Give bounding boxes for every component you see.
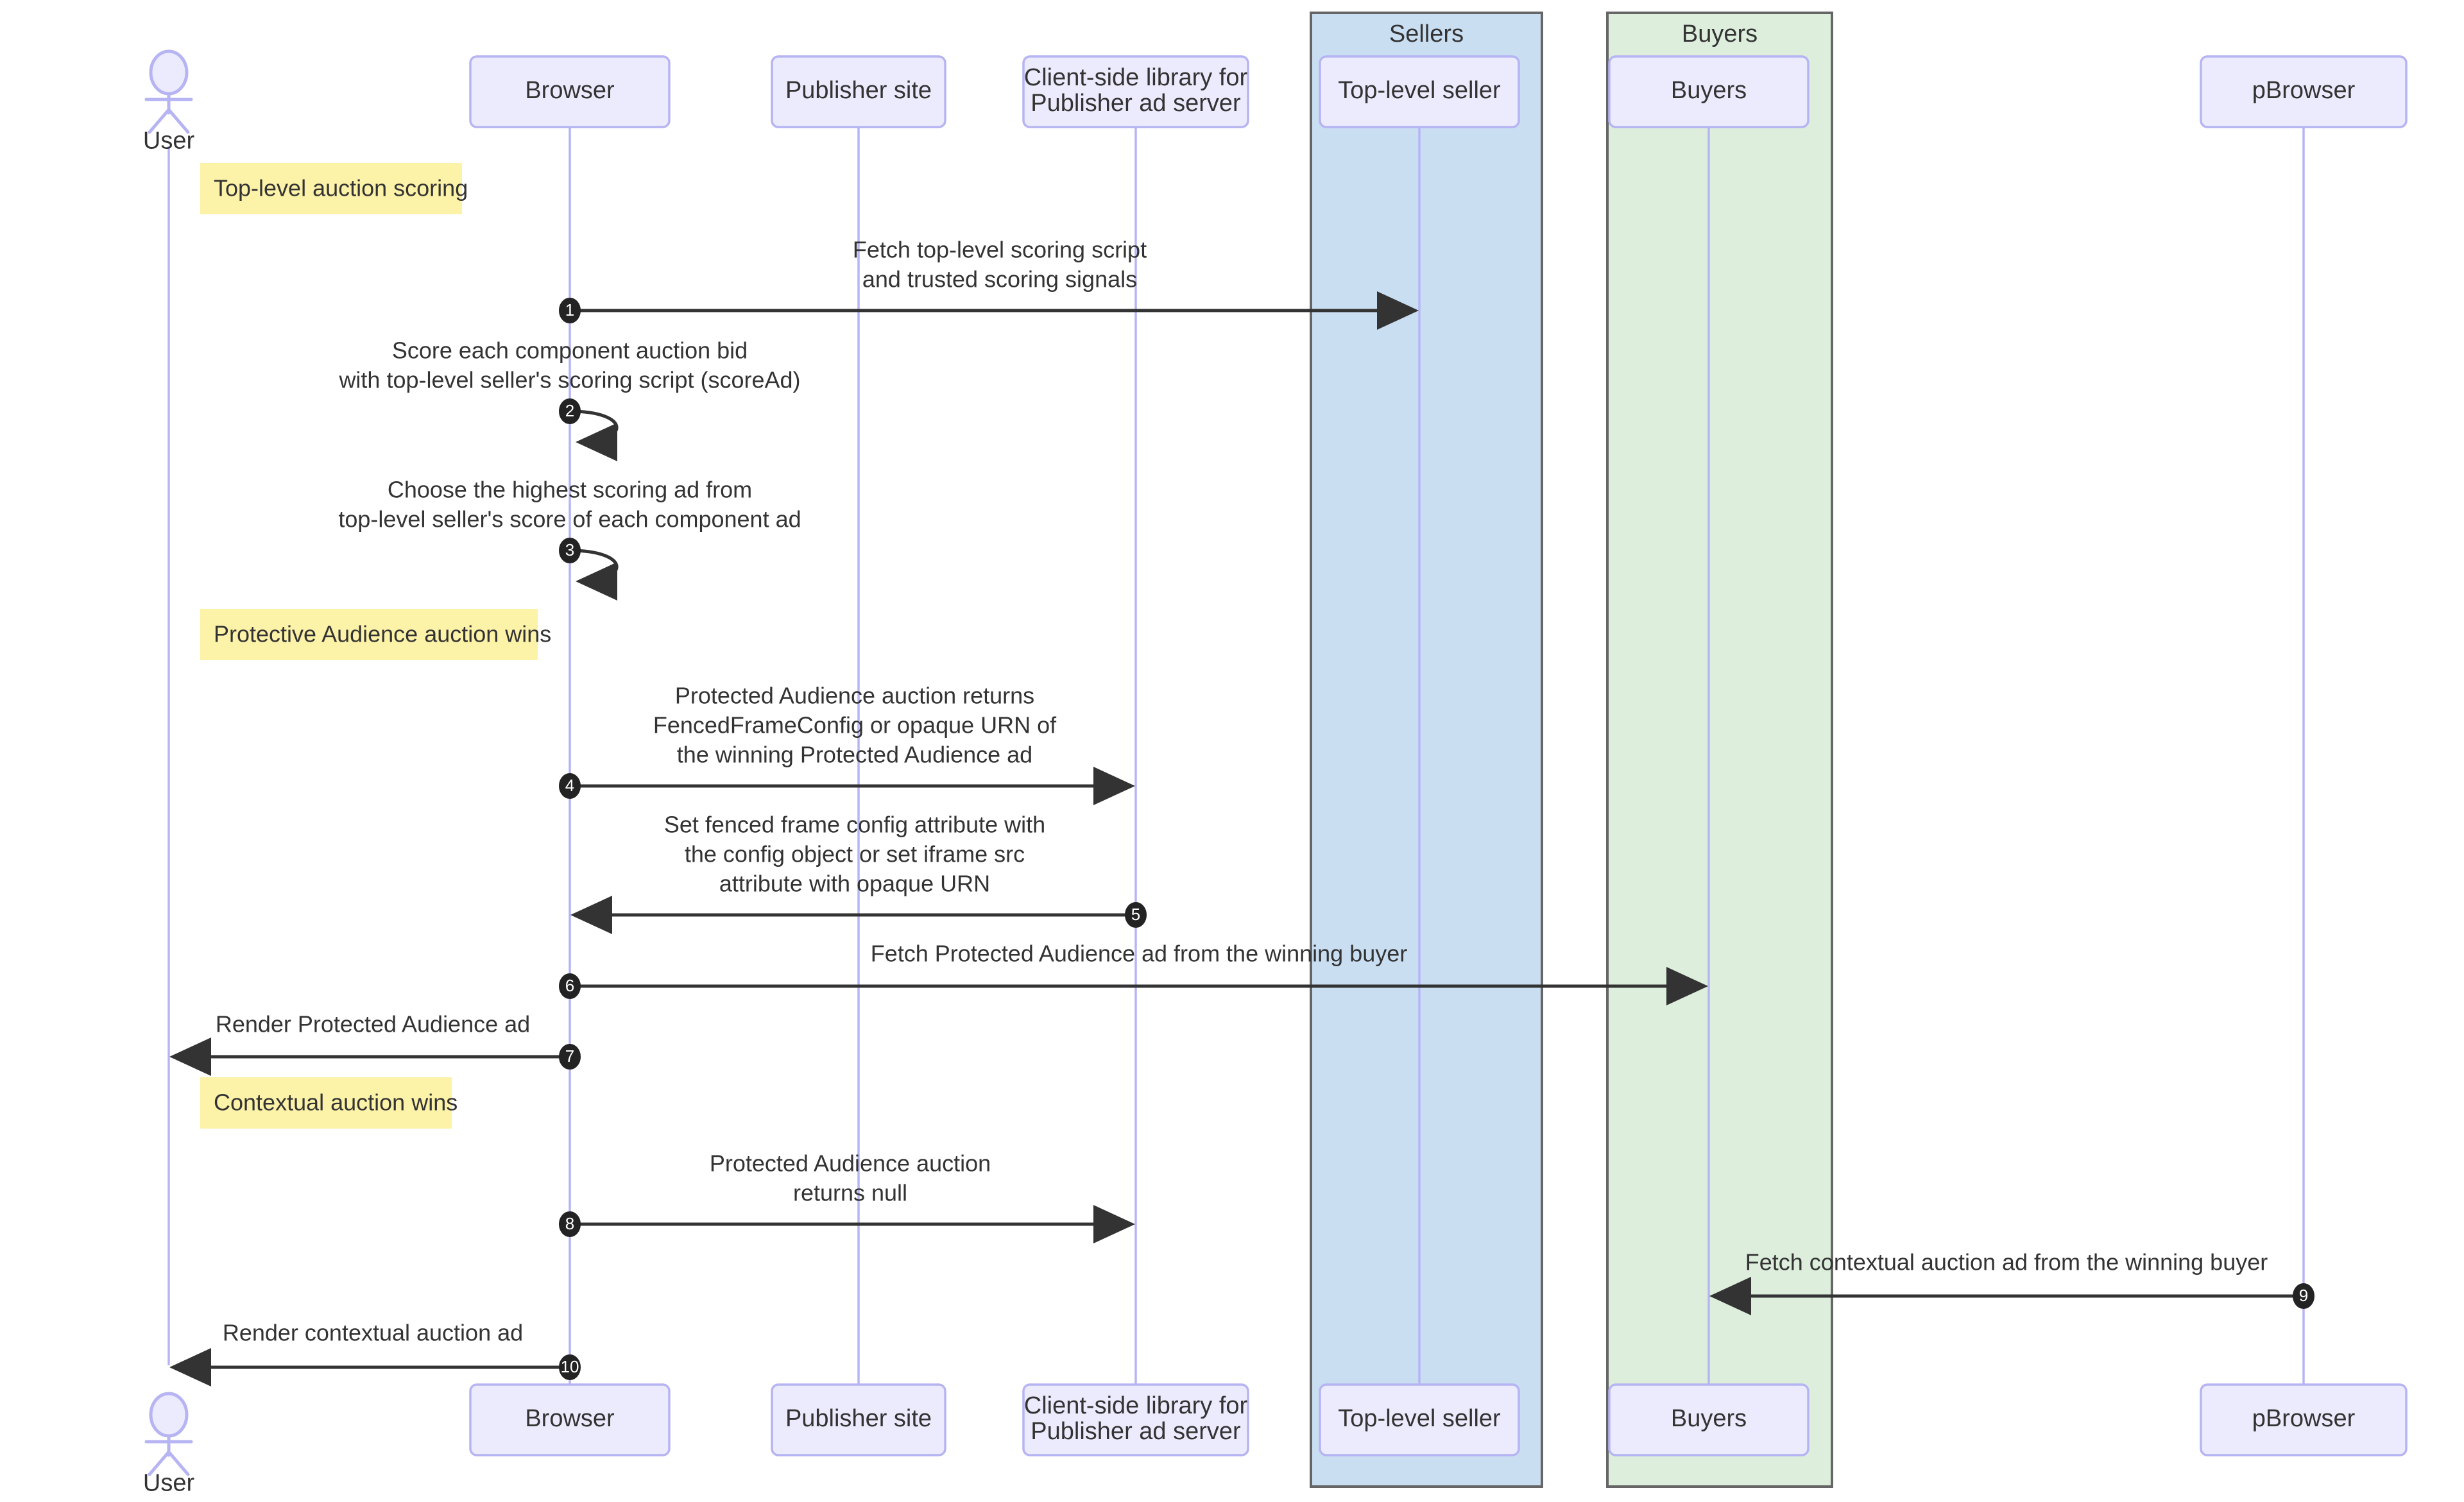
message-label: returns null <box>793 1180 907 1206</box>
participant-label-client-side-library: Publisher ad server <box>1031 90 1241 117</box>
sequence-diagram-svg: Sellers Buyers User User Browser Browser Publ… <box>143 12 2408 1496</box>
participants-layer: User User Browser Browser Publisher site Publ… <box>143 49 2408 1496</box>
participant-publisher-site-top[interactable]: Publisher site <box>771 55 946 128</box>
participant-client-side-library-top[interactable]: Client-side library forPublisher ad serv… <box>1022 55 1249 128</box>
sequence-number-1: 1 <box>565 300 574 320</box>
message-8: Protected Audience auction returns null 8 <box>559 1150 1135 1243</box>
actor-head-icon <box>149 1392 189 1438</box>
sequence-number-6: 6 <box>565 976 574 995</box>
participant-label-user: User <box>143 1469 195 1496</box>
sequence-number-4: 4 <box>565 776 574 795</box>
notes-layer: Top-level auction scoring Protective Audi… <box>200 163 551 1129</box>
message-5: Set fenced frame config attribute with th… <box>570 812 1147 934</box>
message-label: Score each component auction bid <box>392 337 748 364</box>
participant-label-pbrowser: pBrowser <box>2252 1405 2356 1432</box>
sequence-number-7: 7 <box>565 1046 574 1066</box>
participant-pbrowser-bottom[interactable]: pBrowser <box>2200 1383 2408 1456</box>
message-label: the config object or set iframe src <box>685 841 1025 867</box>
participant-buyers-participant-top[interactable]: Buyers <box>1608 55 1810 128</box>
message-label: Render contextual auction ad <box>223 1320 523 1346</box>
sequence-number-8: 8 <box>565 1214 574 1233</box>
message-label: Fetch top-level scoring script <box>853 237 1147 263</box>
participant-label-client-side-library: Publisher ad server <box>1031 1418 1241 1445</box>
message-4: Protected Audience auction returns Fenced… <box>559 683 1135 805</box>
sequence-number-10: 10 <box>561 1357 579 1376</box>
note-label: Top-level auction scoring <box>214 175 468 201</box>
participant-label-buyers-participant: Buyers <box>1671 77 1747 104</box>
participant-label-pbrowser: pBrowser <box>2252 77 2356 104</box>
actor-user: User <box>143 49 195 154</box>
message-label: Fetch Protected Audience ad from the win… <box>871 941 1408 967</box>
actor-head-icon <box>149 49 189 96</box>
participant-label-browser: Browser <box>525 1405 615 1432</box>
participant-label-publisher-site: Publisher site <box>785 77 932 104</box>
participant-label-top-level-seller: Top-level seller <box>1338 1405 1501 1432</box>
note-note-top-level-auction-scoring: Top-level auction scoring <box>200 163 468 214</box>
actor-user: User <box>143 1392 195 1496</box>
message-label: attribute with opaque URN <box>719 871 990 897</box>
sequence-number-5: 5 <box>1131 905 1140 924</box>
message-label: Protected Audience auction returns <box>675 683 1034 709</box>
participant-client-side-library-bottom[interactable]: Client-side library forPublisher ad serv… <box>1022 1383 1249 1456</box>
participant-top-level-seller-bottom[interactable]: Top-level seller <box>1319 1383 1520 1456</box>
message-label: Fetch contextual auction ad from the win… <box>1745 1249 2268 1276</box>
participant-publisher-site-bottom[interactable]: Publisher site <box>771 1383 946 1456</box>
message-label: and trusted scoring signals <box>862 266 1137 293</box>
message-10: Render contextual auction ad 10 <box>169 1320 581 1387</box>
participant-top-level-seller-top[interactable]: Top-level seller <box>1319 55 1520 128</box>
message-label: top-level seller's score of each compone… <box>338 506 801 533</box>
message-label: Choose the highest scoring ad from <box>388 477 752 503</box>
participant-buyers-participant-bottom[interactable]: Buyers <box>1608 1383 1810 1456</box>
message-7: Render Protected Audience ad 7 <box>169 1011 581 1076</box>
sequence-number-3: 3 <box>565 540 574 559</box>
participant-label-buyers-participant: Buyers <box>1671 1405 1747 1432</box>
note-label: Protective Audience auction wins <box>214 621 551 647</box>
participant-browser-top[interactable]: Browser <box>469 55 671 128</box>
participant-label-publisher-site: Publisher site <box>785 1405 932 1432</box>
messages-layer: Fetch top-level scoring script and truste… <box>169 237 2314 1387</box>
message-label: Set fenced frame config attribute with <box>664 812 1045 838</box>
participant-label-client-side-library: Client-side library for <box>1024 1392 1248 1419</box>
group-box-sellers <box>1310 12 1543 1488</box>
sequence-number-9: 9 <box>2299 1286 2308 1305</box>
message-label: Render Protected Audience ad <box>216 1011 530 1037</box>
lifelines-layer <box>167 127 2305 1385</box>
message-label: the winning Protected Audience ad <box>677 742 1032 768</box>
note-label: Contextual auction wins <box>214 1089 458 1116</box>
message-label: Protected Audience auction <box>710 1150 991 1177</box>
participant-browser-bottom[interactable]: Browser <box>469 1383 671 1456</box>
participant-pbrowser-top[interactable]: pBrowser <box>2200 55 2408 128</box>
note-note-contextual-auction-wins: Contextual auction wins <box>200 1077 458 1129</box>
message-1: Fetch top-level scoring script and truste… <box>559 237 1419 330</box>
participant-label-client-side-library: Client-side library for <box>1024 64 1248 91</box>
note-note-protective-audience-auction-wins: Protective Audience auction wins <box>200 609 551 660</box>
message-label: FencedFrameConfig or opaque URN of <box>653 712 1057 738</box>
sequence-diagram-canvas: Sellers Buyers User User Browser Browser Publ… <box>0 0 2464 1502</box>
message-label: with top-level seller's scoring script (… <box>338 367 800 393</box>
group-label-sellers: Sellers <box>1389 21 1464 47</box>
participant-label-browser: Browser <box>525 77 615 104</box>
participant-label-user: User <box>143 127 195 154</box>
group-label-buyers: Buyers <box>1682 21 1758 47</box>
participant-label-top-level-seller: Top-level seller <box>1338 77 1501 104</box>
sequence-number-2: 2 <box>565 401 574 420</box>
